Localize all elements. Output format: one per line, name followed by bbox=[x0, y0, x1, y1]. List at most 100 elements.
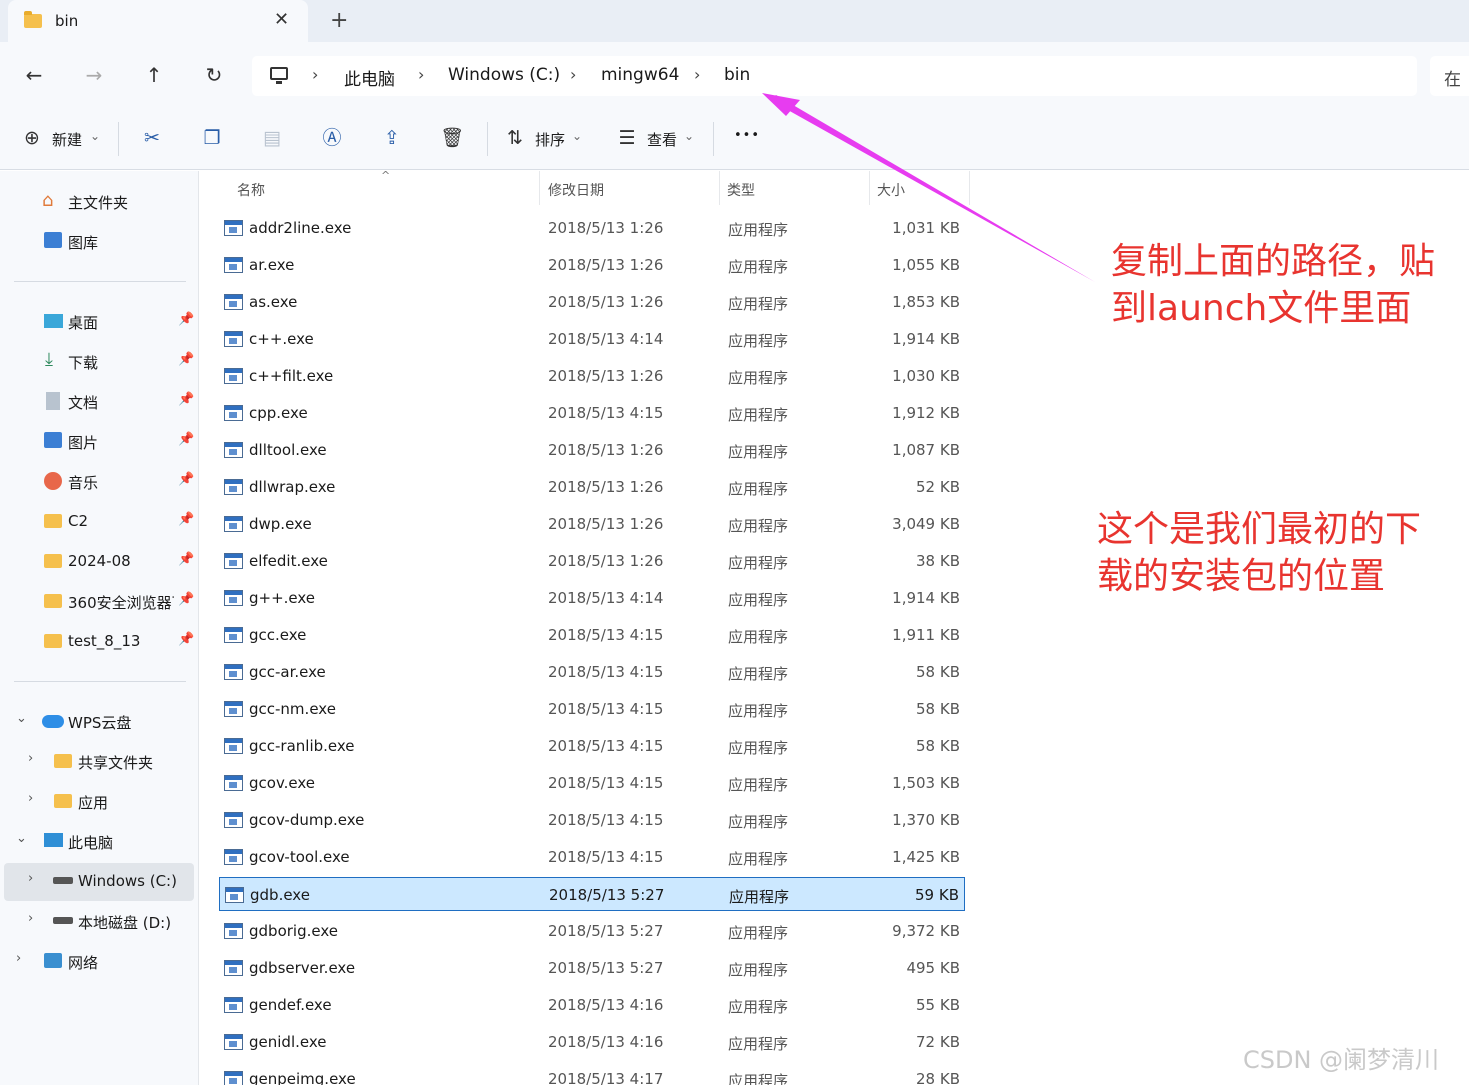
sidebar-item-gallery[interactable]: 图库 bbox=[4, 223, 194, 259]
sidebar-item-downloads[interactable]: ⤓ 下载 📌 bbox=[4, 343, 194, 379]
close-tab-icon[interactable]: ✕ bbox=[274, 9, 289, 30]
sidebar-item-test-8-13[interactable]: test_8_13 📌 bbox=[4, 623, 194, 659]
table-row[interactable]: gdb.exe 2018/5/13 5:27 应用程序 59 KB bbox=[219, 877, 965, 911]
table-row[interactable]: gcov-tool.exe 2018/5/13 4:15 应用程序 1,425 KB bbox=[219, 840, 965, 874]
chevron-down-icon[interactable]: ⌄ bbox=[16, 711, 27, 726]
pin-icon[interactable]: 📌 bbox=[178, 312, 194, 327]
file-size: 58 KB bbox=[916, 663, 960, 681]
sidebar-item-local-disk-d[interactable]: › 本地磁盘 (D:) bbox=[4, 903, 194, 939]
table-row[interactable]: dwp.exe 2018/5/13 1:26 应用程序 3,049 KB bbox=[219, 507, 965, 541]
column-header-name[interactable]: 名称 bbox=[237, 180, 265, 200]
table-row[interactable]: c++filt.exe 2018/5/13 1:26 应用程序 1,030 KB bbox=[219, 359, 965, 393]
table-row[interactable]: as.exe 2018/5/13 1:26 应用程序 1,853 KB bbox=[219, 285, 965, 319]
tab-bin[interactable]: bin ✕ bbox=[8, 0, 308, 42]
chevron-down-icon[interactable]: ⌄ bbox=[16, 831, 27, 846]
document-icon bbox=[46, 392, 60, 410]
sidebar-item-label: 2024-08 bbox=[68, 552, 131, 570]
chevron-right-icon[interactable]: › bbox=[28, 911, 33, 926]
column-header-date[interactable]: 修改日期 bbox=[548, 180, 604, 200]
breadcrumb-mingw64[interactable]: mingw64 bbox=[601, 65, 679, 85]
paste-icon[interactable]: ▤ bbox=[259, 125, 285, 151]
chevron-right-icon[interactable]: › bbox=[28, 871, 33, 886]
table-row[interactable]: addr2line.exe 2018/5/13 1:26 应用程序 1,031 KB bbox=[219, 211, 965, 245]
table-row[interactable]: gcc-ranlib.exe 2018/5/13 4:15 应用程序 58 KB bbox=[219, 729, 965, 763]
table-row[interactable]: cpp.exe 2018/5/13 4:15 应用程序 1,912 KB bbox=[219, 396, 965, 430]
sidebar-item-this-pc[interactable]: ⌄ 此电脑 bbox=[4, 823, 194, 859]
table-row[interactable]: g++.exe 2018/5/13 4:14 应用程序 1,914 KB bbox=[219, 581, 965, 615]
new-tab-button[interactable]: + bbox=[330, 8, 348, 33]
chevron-right-icon[interactable]: › bbox=[28, 751, 33, 766]
breadcrumb-separator[interactable]: › bbox=[418, 65, 424, 84]
table-row[interactable]: gcov.exe 2018/5/13 4:15 应用程序 1,503 KB bbox=[219, 766, 965, 800]
refresh-icon[interactable]: ↻ bbox=[199, 60, 229, 90]
sidebar-item-documents[interactable]: 文档 📌 bbox=[4, 383, 194, 419]
sidebar-item-c2[interactable]: C2 📌 bbox=[4, 503, 194, 539]
address-bar[interactable]: › 此电脑 › Windows (C:) › mingw64 › bin bbox=[252, 56, 1417, 96]
sidebar-item-apps[interactable]: › 应用 bbox=[4, 783, 194, 819]
column-header-type[interactable]: 类型 bbox=[727, 180, 755, 200]
file-date: 2018/5/13 4:15 bbox=[548, 663, 664, 681]
pin-icon[interactable]: 📌 bbox=[178, 472, 194, 487]
executable-icon bbox=[224, 923, 243, 939]
pin-icon[interactable]: 📌 bbox=[178, 392, 194, 407]
copy-icon[interactable]: ❐ bbox=[199, 125, 225, 151]
table-row[interactable]: c++.exe 2018/5/13 4:14 应用程序 1,914 KB bbox=[219, 322, 965, 356]
table-row[interactable]: gdborig.exe 2018/5/13 5:27 应用程序 9,372 KB bbox=[219, 914, 965, 948]
table-row[interactable]: gcc-nm.exe 2018/5/13 4:15 应用程序 58 KB bbox=[219, 692, 965, 726]
pin-icon[interactable]: 📌 bbox=[178, 352, 194, 367]
delete-icon[interactable]: 🗑 bbox=[439, 125, 465, 151]
breadcrumb-separator[interactable]: › bbox=[312, 65, 318, 84]
sidebar-item-home[interactable]: ⌂ 主文件夹 bbox=[4, 183, 194, 219]
table-row[interactable]: genpeimg.exe 2018/5/13 4:17 应用程序 28 KB bbox=[219, 1062, 965, 1085]
breadcrumb-windows-c[interactable]: Windows (C:) bbox=[448, 65, 560, 85]
table-row[interactable]: dllwrap.exe 2018/5/13 1:26 应用程序 52 KB bbox=[219, 470, 965, 504]
breadcrumb-this-pc[interactable]: 此电脑 bbox=[344, 65, 395, 90]
pin-icon[interactable]: 📌 bbox=[178, 432, 194, 447]
breadcrumb-separator[interactable]: › bbox=[694, 65, 700, 84]
file-name: dlltool.exe bbox=[249, 441, 327, 459]
table-row[interactable]: dlltool.exe 2018/5/13 1:26 应用程序 1,087 KB bbox=[219, 433, 965, 467]
table-row[interactable]: gcov-dump.exe 2018/5/13 4:15 应用程序 1,370 KB bbox=[219, 803, 965, 837]
file-size: 58 KB bbox=[916, 700, 960, 718]
sidebar-item-desktop[interactable]: 桌面 📌 bbox=[4, 303, 194, 339]
sidebar-item-music[interactable]: 音乐 📌 bbox=[4, 463, 194, 499]
folder-icon bbox=[44, 554, 62, 568]
more-options-icon[interactable]: ••• bbox=[734, 128, 760, 154]
share-icon[interactable]: ⇪ bbox=[379, 125, 405, 151]
pin-icon[interactable]: 📌 bbox=[178, 512, 194, 527]
pin-icon[interactable]: 📌 bbox=[178, 592, 194, 607]
column-header-size[interactable]: 大小 bbox=[877, 180, 905, 200]
sidebar-item-windows-c[interactable]: › Windows (C:) bbox=[4, 863, 194, 901]
cut-icon[interactable]: ✂ bbox=[139, 125, 165, 151]
pin-icon[interactable]: 📌 bbox=[178, 632, 194, 647]
sidebar-item-pictures[interactable]: 图片 📌 bbox=[4, 423, 194, 459]
table-row[interactable]: elfedit.exe 2018/5/13 1:26 应用程序 38 KB bbox=[219, 544, 965, 578]
column-divider[interactable] bbox=[969, 171, 970, 205]
rename-icon[interactable]: Ⓐ bbox=[319, 125, 345, 151]
chevron-right-icon[interactable]: › bbox=[28, 791, 33, 806]
breadcrumb-separator[interactable]: › bbox=[570, 65, 576, 84]
column-divider[interactable] bbox=[719, 171, 720, 205]
table-row[interactable]: gcc-ar.exe 2018/5/13 4:15 应用程序 58 KB bbox=[219, 655, 965, 689]
table-row[interactable]: genidl.exe 2018/5/13 4:16 应用程序 72 KB bbox=[219, 1025, 965, 1059]
forward-icon[interactable]: → bbox=[79, 60, 109, 90]
pin-icon[interactable]: 📌 bbox=[178, 552, 194, 567]
chevron-right-icon[interactable]: › bbox=[16, 951, 21, 966]
file-size: 55 KB bbox=[916, 996, 960, 1014]
up-icon[interactable]: ↑ bbox=[139, 60, 169, 90]
breadcrumb-bin[interactable]: bin bbox=[724, 65, 750, 85]
sidebar-item-network[interactable]: › 网络 bbox=[4, 943, 194, 979]
search-box[interactable]: 在 bbox=[1430, 56, 1469, 96]
sidebar-item-360-browser[interactable]: 360安全浏览器下 📌 bbox=[4, 583, 194, 619]
table-row[interactable]: gendef.exe 2018/5/13 4:16 应用程序 55 KB bbox=[219, 988, 965, 1022]
table-row[interactable]: gdbserver.exe 2018/5/13 5:27 应用程序 495 KB bbox=[219, 951, 965, 985]
column-divider[interactable] bbox=[869, 171, 870, 205]
column-divider[interactable] bbox=[539, 171, 540, 205]
file-type: 应用程序 bbox=[728, 221, 789, 239]
table-row[interactable]: gcc.exe 2018/5/13 4:15 应用程序 1,911 KB bbox=[219, 618, 965, 652]
table-row[interactable]: ar.exe 2018/5/13 1:26 应用程序 1,055 KB bbox=[219, 248, 965, 282]
sidebar-item-2024-08[interactable]: 2024-08 📌 bbox=[4, 543, 194, 579]
sidebar-item-shared-folder[interactable]: › 共享文件夹 bbox=[4, 743, 194, 779]
sidebar-item-wps-cloud[interactable]: ⌄ WPS云盘 bbox=[4, 703, 194, 739]
back-icon[interactable]: ← bbox=[19, 60, 49, 90]
